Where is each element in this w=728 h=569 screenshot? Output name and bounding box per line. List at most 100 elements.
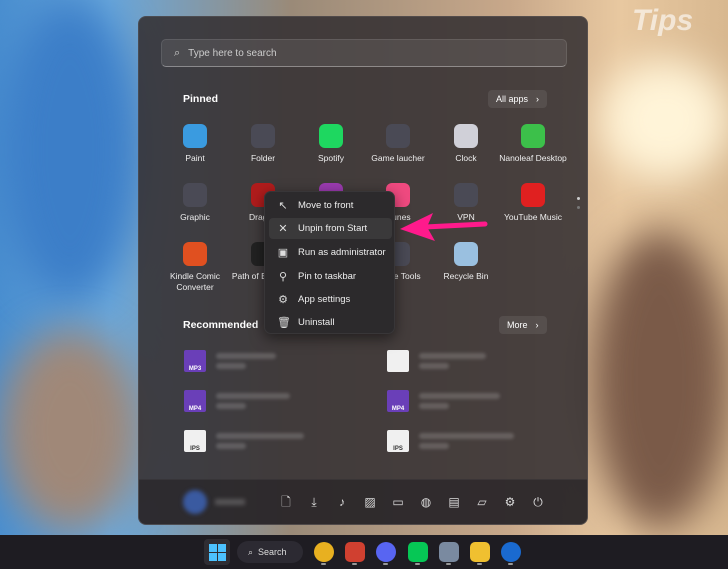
file-icon: MP3	[184, 350, 206, 372]
chevron-right-icon: ›	[536, 94, 540, 104]
blurred-file-name	[419, 433, 514, 449]
context-menu-item[interactable]: ↖ Move to front	[269, 195, 392, 216]
all-apps-label: All apps	[496, 94, 529, 104]
app-icon	[521, 183, 545, 207]
context-menu-item[interactable]: 🗑 Uninstall	[269, 312, 392, 333]
more-button[interactable]: More ›	[499, 316, 547, 334]
app-icon	[183, 242, 207, 266]
app-icon	[521, 124, 545, 148]
pin-icon: ⚲	[278, 271, 288, 283]
all-apps-button[interactable]: All apps ›	[488, 90, 548, 108]
app-icon	[183, 183, 207, 207]
context-menu-item[interactable]: ✕ Unpin from Start	[269, 218, 392, 239]
pinned-app[interactable]: Graphic	[161, 183, 229, 223]
app-label: Nanoleaf Desktop	[499, 153, 567, 163]
menu-item-label: App settings	[298, 294, 351, 305]
app-label: Game laucher	[371, 153, 425, 163]
recommended-heading: Recommended	[183, 319, 259, 331]
line-icon[interactable]	[407, 542, 428, 562]
app-label: Paint	[185, 153, 205, 163]
context-menu-item[interactable]: ⚲ Pin to taskbar	[269, 266, 392, 287]
document-icon[interactable]: 🗋	[279, 495, 293, 509]
app-icon	[251, 124, 275, 148]
music-icon[interactable]: ♪	[335, 495, 349, 509]
app-icon	[454, 183, 478, 207]
power-icon[interactable]: ⏻	[531, 495, 545, 509]
pinned-app[interactable]: Folder	[229, 124, 297, 164]
pinned-heading: Pinned	[183, 93, 219, 105]
pinned-app[interactable]: Kindle Comic Converter	[161, 242, 229, 293]
start-footer: 🗋 ⤓ ♪ ▨ ▭ ◍ ▤ ▱ ⚙ ⏻	[139, 479, 587, 524]
watermark-logo: Tips	[632, 4, 694, 37]
file-explorer-icon[interactable]	[470, 542, 490, 562]
recommended-item[interactable]	[387, 350, 486, 372]
settings-icon[interactable]	[438, 542, 459, 562]
chrome-icon[interactable]	[314, 542, 334, 562]
blurred-file-name	[216, 433, 304, 449]
start-button[interactable]	[204, 539, 230, 565]
app-label: Recycle Bin	[443, 271, 489, 281]
running-indicator	[352, 563, 358, 565]
app-label: Folder	[250, 153, 276, 163]
app-icon[interactable]	[345, 542, 366, 562]
pinned-app[interactable]: Paint	[161, 124, 229, 164]
file-icon: IPS	[184, 430, 206, 452]
discord-icon[interactable]	[376, 542, 397, 562]
file-icon: MP4	[184, 390, 206, 412]
running-indicator	[445, 563, 451, 565]
recommended-item[interactable]: MP3	[184, 350, 276, 372]
app-icon	[183, 124, 207, 148]
menu-item-label: Run as administrator	[298, 247, 386, 258]
blurred-file-name	[216, 353, 276, 369]
app-icon	[386, 124, 410, 148]
running-indicator	[477, 563, 482, 565]
search-icon: ⌕	[248, 546, 254, 557]
recommended-item[interactable]: IPS	[387, 430, 514, 452]
pinned-app[interactable]: Game laucher	[364, 124, 432, 164]
menu-item-label: Pin to taskbar	[298, 271, 357, 282]
trash-icon: 🗑	[277, 317, 291, 329]
pinned-app[interactable]: Nanoleaf Desktop	[499, 124, 567, 164]
app-icon[interactable]	[501, 542, 522, 562]
more-label: More	[507, 320, 528, 330]
video-icon[interactable]: ▭	[391, 495, 405, 509]
download-icon[interactable]: ⤓	[307, 495, 321, 509]
context-menu-item[interactable]: ▣ Run as administrator	[269, 242, 392, 263]
file-explorer-icon[interactable]: ▱	[475, 495, 489, 509]
search-placeholder: Type here to search	[188, 47, 277, 59]
app-icon	[319, 124, 343, 148]
recommended-item[interactable]: IPS	[184, 430, 304, 452]
running-indicator	[321, 563, 326, 565]
pinned-app[interactable]: Spotify	[297, 124, 365, 164]
pinned-app[interactable]: Clock	[432, 124, 500, 164]
context-menu-item[interactable]: ⚙ App settings	[269, 289, 392, 310]
blurred-file-name	[419, 353, 486, 369]
settings-icon[interactable]: ⚙	[503, 495, 517, 509]
search-input[interactable]: ⌕ Type here to search	[161, 39, 567, 67]
file-icon: MP4	[387, 390, 409, 412]
taskbar: ⌕ Search	[0, 535, 728, 569]
user-avatar[interactable]	[183, 490, 207, 514]
app-label: Kindle Comic Converter	[169, 271, 221, 292]
taskbar-search[interactable]: ⌕ Search	[237, 541, 303, 563]
pinned-app[interactable]: Recycle Bin	[432, 242, 500, 282]
page-indicator[interactable]	[577, 197, 580, 213]
search-icon: ⌕	[174, 46, 181, 59]
app-icon	[454, 242, 478, 266]
unpin-icon: ✕	[278, 223, 288, 235]
pinned-app[interactable]: YouTube Music	[499, 183, 567, 223]
network-icon[interactable]: ◍	[419, 495, 433, 509]
arrow-up-left-icon: ↖	[278, 200, 288, 212]
app-icon	[454, 124, 478, 148]
pictures-icon[interactable]: ▨	[363, 495, 377, 509]
running-indicator	[383, 563, 389, 565]
recommended-item[interactable]: MP4	[387, 390, 500, 412]
user-folder-icon[interactable]: ▤	[447, 495, 461, 509]
user-name[interactable]	[215, 499, 245, 505]
shield-window-icon: ▣	[277, 247, 289, 259]
annotation-arrow	[400, 213, 488, 241]
file-icon: IPS	[387, 430, 409, 452]
recommended-item[interactable]: MP4	[184, 390, 290, 412]
menu-item-label: Unpin from Start	[298, 223, 368, 234]
blurred-file-name	[419, 393, 500, 409]
